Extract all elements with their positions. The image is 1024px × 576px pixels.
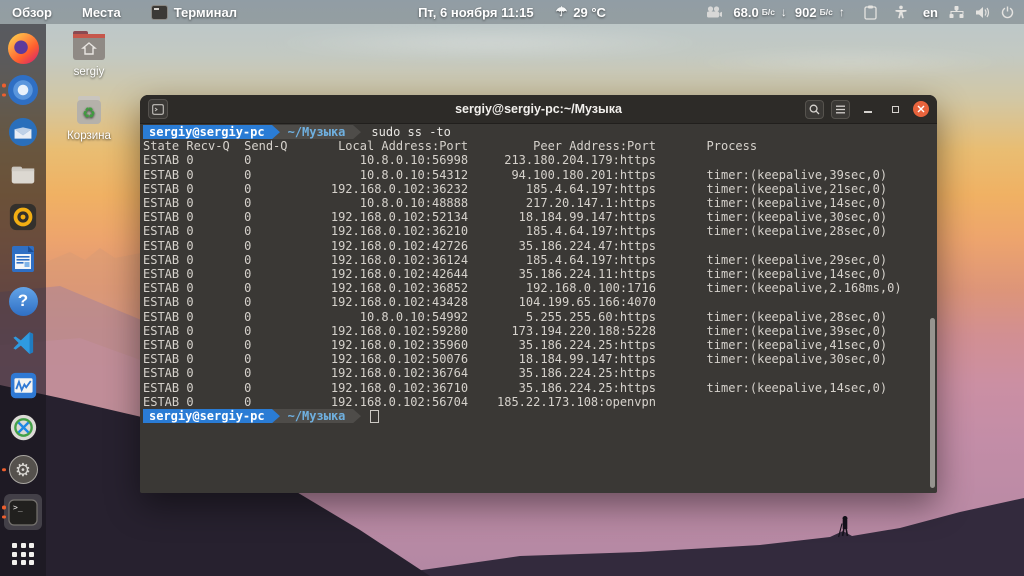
terminal-icon <box>151 5 168 20</box>
vscode-icon <box>9 329 37 357</box>
trash-icon: ♻ <box>71 92 107 128</box>
prompt-line: sergiy@sergiy-pc ~/Музыка <box>143 409 937 423</box>
desktop-icon-trash[interactable]: ♻ Корзина <box>57 92 121 142</box>
terminal-scrollbar[interactable] <box>930 318 935 488</box>
close-icon <box>917 105 925 113</box>
clipboard-icon[interactable] <box>864 5 877 20</box>
accessibility-icon[interactable] <box>894 5 908 19</box>
terminal-icon <box>152 104 164 115</box>
running-indicator <box>2 84 6 97</box>
window-controls <box>798 95 929 123</box>
dock-item-help[interactable]: ? <box>0 280 46 322</box>
prompt-user-host: sergiy@sergiy-pc <box>143 409 272 423</box>
net-up-unit: Б/с <box>820 7 833 17</box>
ss-output: State Recv-Q Send-Q Local Address:Port P… <box>143 139 937 409</box>
powerline-arrow <box>353 125 361 139</box>
powerline-arrow <box>272 409 280 423</box>
weather-icon: ☂ <box>556 4 568 20</box>
minimize-button[interactable] <box>859 95 877 123</box>
maximize-icon <box>892 106 899 113</box>
dock-item-settings[interactable]: ⚙ <box>0 449 46 491</box>
net-down-value: 68.0 <box>733 5 758 20</box>
svg-text:>_: >_ <box>13 503 23 512</box>
prompt-path: ~/Музыка <box>280 125 354 139</box>
show-apps-icon <box>12 543 34 565</box>
network-icon[interactable] <box>949 5 964 19</box>
dock-item-media-app[interactable] <box>0 407 46 449</box>
dock-item-show-applications[interactable] <box>0 533 46 575</box>
typed-command: sudo ss -to <box>361 125 450 139</box>
activities-button[interactable]: Обзор <box>12 5 52 20</box>
close-button[interactable] <box>913 101 929 117</box>
clock-button[interactable]: Пт, 6 ноября 11:15 <box>418 5 534 20</box>
dock-item-rhythmbox[interactable] <box>0 196 46 238</box>
dock: ? ⚙ <box>0 24 46 576</box>
top-bar: Обзор Места Терминал Пт, 6 ноября 11:15 … <box>0 0 1024 24</box>
dock-item-firefox[interactable] <box>0 27 46 69</box>
rhythmbox-icon <box>8 202 38 232</box>
dock-item-vscode[interactable] <box>0 322 46 364</box>
download-arrow-icon: ↓ <box>781 5 787 19</box>
dock-item-system-monitor[interactable] <box>0 365 46 407</box>
menu-button[interactable] <box>831 100 850 119</box>
net-down-unit: Б/с <box>762 7 775 17</box>
running-indicator <box>2 468 6 472</box>
firefox-icon <box>8 33 39 64</box>
terminal-titlebar[interactable]: sergiy@sergiy-pc:~/Музыка <box>140 95 937 124</box>
net-speed-indicator[interactable]: 68.0Б/с ↓ 902Б/с ↑ <box>733 5 844 20</box>
media-app-icon <box>9 413 38 442</box>
upload-arrow-icon: ↑ <box>839 5 845 19</box>
svg-text:♻: ♻ <box>82 104 95 122</box>
prompt-path: ~/Музыка <box>280 409 354 423</box>
places-menu[interactable]: Места <box>82 5 121 20</box>
prompt-line: sergiy@sergiy-pc ~/Музыка sudo ss -to <box>143 125 937 139</box>
dock-item-terminal[interactable]: >_ <box>0 491 46 533</box>
terminal-content[interactable]: sergiy@sergiy-pc ~/Музыка sudo ss -to St… <box>140 123 937 493</box>
terminal-app-icon-button[interactable] <box>148 99 168 119</box>
search-button[interactable] <box>805 100 824 119</box>
running-indicator <box>2 506 6 519</box>
net-up-value: 902 <box>795 5 817 20</box>
prompt-user-host: sergiy@sergiy-pc <box>143 125 272 139</box>
weather-indicator[interactable]: ☂ 29 °C <box>556 4 606 20</box>
desktop-icon-home[interactable]: sergiy <box>57 28 121 78</box>
chromium-icon <box>8 75 38 105</box>
keyboard-layout-indicator[interactable]: en <box>923 5 938 20</box>
power-icon[interactable] <box>1001 6 1014 19</box>
desktop-icon-label: sergiy <box>74 66 105 78</box>
dock-item-thunderbird[interactable] <box>0 111 46 153</box>
powerline-arrow <box>272 125 280 139</box>
thunderbird-icon <box>8 117 38 147</box>
dock-item-chromium[interactable] <box>0 69 46 111</box>
screen-recorder-icon[interactable] <box>706 6 722 18</box>
dock-item-writer[interactable] <box>0 238 46 280</box>
terminal-app-icon: >_ <box>8 499 38 526</box>
libreoffice-writer-icon <box>9 244 37 274</box>
gear-icon: ⚙ <box>9 455 38 484</box>
desktop-screen: sergiy ♻ Корзина sergiy@sergiy-pc:~/Музы… <box>0 0 1024 576</box>
home-folder-icon <box>69 28 109 64</box>
volume-icon[interactable] <box>975 6 990 19</box>
desktop-icon-label: Корзина <box>67 130 111 142</box>
help-icon: ? <box>9 287 38 316</box>
search-icon <box>809 104 820 115</box>
window-title: sergiy@sergiy-pc:~/Музыка <box>455 102 622 116</box>
hamburger-menu-icon <box>835 105 846 114</box>
terminal-window: sergiy@sergiy-pc:~/Музыка <box>140 95 937 493</box>
files-icon <box>8 160 38 190</box>
app-menu-terminal[interactable]: Терминал <box>151 5 237 20</box>
top-bar-right: 68.0Б/с ↓ 902Б/с ↑ en <box>706 0 1024 24</box>
maximize-button[interactable] <box>886 95 904 123</box>
top-bar-left: Обзор Места Терминал <box>0 5 237 20</box>
powerline-arrow <box>353 409 361 423</box>
minimize-icon <box>864 111 872 113</box>
dock-item-files[interactable] <box>0 154 46 196</box>
terminal-cursor <box>370 410 379 423</box>
system-monitor-icon <box>9 371 38 400</box>
